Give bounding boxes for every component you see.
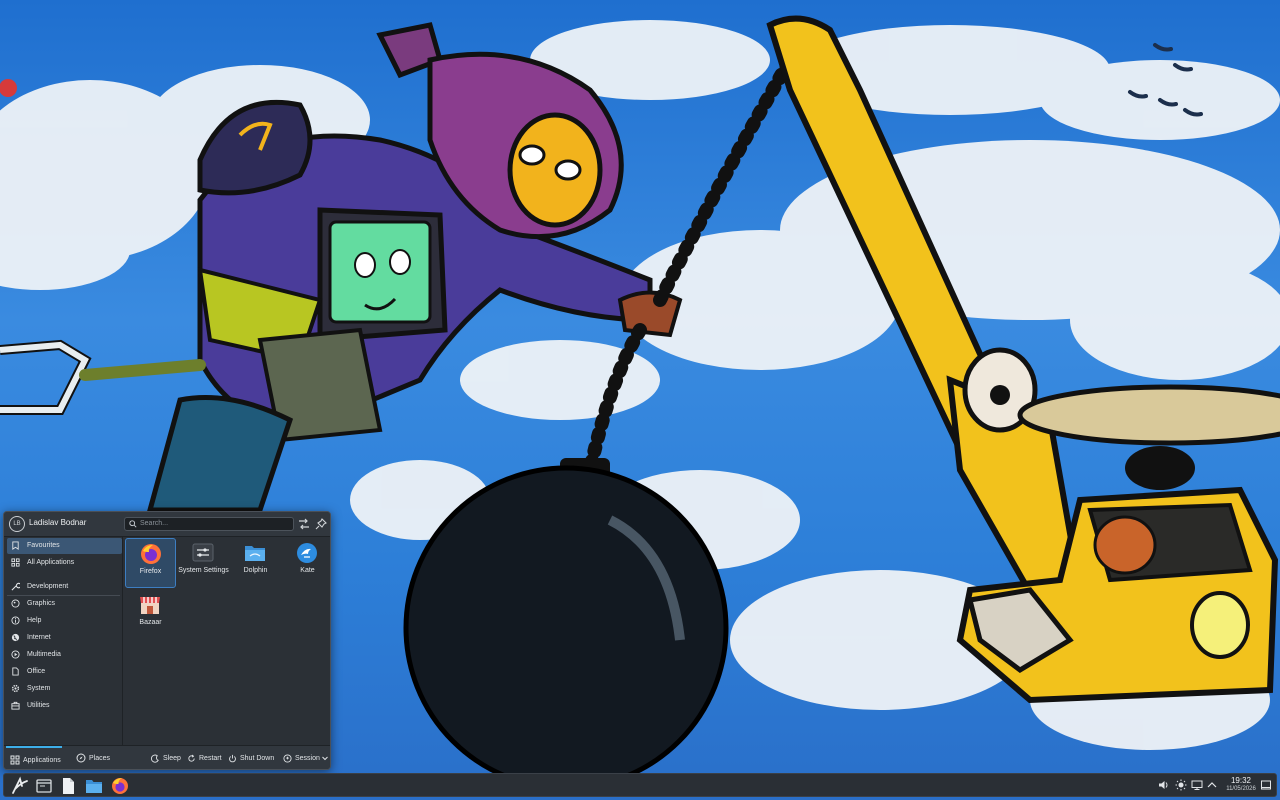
store-icon <box>140 597 160 614</box>
category-utilities[interactable]: Utilities <box>7 698 122 714</box>
category-label: Graphics <box>27 600 56 607</box>
search-icon <box>129 520 137 528</box>
task-switcher-icon[interactable] <box>34 776 54 796</box>
favourites-grid: Firefox System Settings Dolphin Kate Baz… <box>123 537 330 745</box>
display-icon[interactable] <box>1191 779 1203 791</box>
shut-down-label: Shut Down <box>240 755 275 762</box>
compass-icon <box>76 753 86 763</box>
category-label: Internet <box>27 634 51 641</box>
app-label: Firefox <box>139 568 162 575</box>
category-help[interactable]: Help <box>7 613 122 629</box>
session-button[interactable]: Session <box>283 746 329 769</box>
wrench-icon <box>11 582 20 591</box>
firefox-icon <box>141 544 161 564</box>
clock-date: 11/05/2026 <box>1226 786 1256 792</box>
category-label: Development <box>27 583 69 590</box>
category-label: All Applications <box>27 559 75 566</box>
volume-icon[interactable] <box>1158 779 1170 791</box>
category-label: Utilities <box>27 702 50 709</box>
sleep-label: Sleep <box>163 755 181 762</box>
gear-icon <box>11 684 20 693</box>
grid-icon <box>11 558 20 567</box>
launcher-header: LB Ladislav Bodnar Search... <box>4 512 330 537</box>
app-tile-dolphin[interactable]: Dolphin <box>230 538 281 588</box>
play-icon <box>11 650 20 659</box>
category-multimedia[interactable]: Multimedia <box>7 647 122 663</box>
app-launcher-icon[interactable] <box>10 776 30 796</box>
show-desktop-icon[interactable] <box>1260 779 1272 791</box>
user-name: Ladislav Bodnar <box>29 518 87 527</box>
digital-clock[interactable]: 19:32 11/05/2026 <box>1216 776 1266 793</box>
toolbox-icon <box>11 701 20 710</box>
bookmark-icon <box>12 541 19 550</box>
app-tile-kate[interactable]: Kate <box>282 538 330 588</box>
category-office[interactable]: Office <box>7 664 122 680</box>
app-label: Kate <box>300 567 315 574</box>
category-graphics[interactable]: Graphics <box>7 596 122 612</box>
folder-icon <box>245 546 265 561</box>
firefox-icon[interactable] <box>110 776 130 796</box>
category-system[interactable]: System <box>7 681 122 697</box>
dolphin-icon[interactable] <box>84 776 104 796</box>
search-field[interactable]: Search... <box>124 517 294 531</box>
category-all-applications[interactable]: All Applications <box>7 555 122 571</box>
app-tile-bazaar[interactable]: Bazaar <box>125 590 176 640</box>
user-avatar[interactable]: LB <box>9 516 25 532</box>
kate-icon <box>297 543 317 563</box>
launcher-footer: Applications Places Sleep Restart Shut D… <box>4 745 330 769</box>
category-label: Office <box>27 668 46 675</box>
configure-icon[interactable] <box>298 518 310 530</box>
category-label: Help <box>27 617 42 624</box>
info-icon <box>11 616 20 625</box>
brightness-icon[interactable] <box>1175 779 1187 791</box>
search-placeholder: Search... <box>140 520 169 527</box>
document-icon <box>12 667 19 676</box>
app-label: System Settings <box>178 567 229 574</box>
sleep-icon <box>151 754 159 763</box>
app-tile-firefox[interactable]: Firefox <box>125 538 176 588</box>
app-label: Bazaar <box>139 619 162 626</box>
globe-icon <box>11 633 20 642</box>
shut-down-button[interactable]: Shut Down <box>228 746 278 769</box>
files-icon[interactable] <box>58 776 78 796</box>
restart-label: Restart <box>199 755 222 762</box>
tab-applications[interactable]: Applications <box>6 746 62 769</box>
tab-label: Applications <box>23 757 61 764</box>
restart-icon <box>188 754 195 762</box>
application-launcher: LB Ladislav Bodnar Search... Favourites … <box>3 511 331 770</box>
restart-button[interactable]: Restart <box>187 746 225 769</box>
grid-icon <box>10 755 20 765</box>
power-icon <box>229 754 236 763</box>
app-tile-system-settings[interactable]: System Settings <box>178 538 229 588</box>
category-label: Multimedia <box>27 651 61 658</box>
chevron-down-icon <box>322 756 328 761</box>
clock-time: 19:32 <box>1230 776 1252 785</box>
sleep-button[interactable]: Sleep <box>151 746 183 769</box>
app-label: Dolphin <box>243 567 268 574</box>
tab-label: Places <box>89 755 111 762</box>
category-internet[interactable]: Internet <box>7 630 122 646</box>
category-label: System <box>27 685 51 692</box>
taskbar: 19:32 11/05/2026 <box>3 773 1277 797</box>
category-favourites[interactable]: Favourites <box>7 538 122 554</box>
session-icon <box>283 754 292 763</box>
settings-icon <box>192 543 214 562</box>
category-development[interactable]: Development <box>7 579 122 595</box>
session-label: Session <box>295 755 320 762</box>
tab-places[interactable]: Places <box>72 746 114 769</box>
palette-icon <box>11 599 20 608</box>
category-label: Favourites <box>27 542 60 549</box>
category-sidebar: Favourites All Applications Development … <box>4 537 123 745</box>
pin-icon[interactable] <box>315 518 327 530</box>
